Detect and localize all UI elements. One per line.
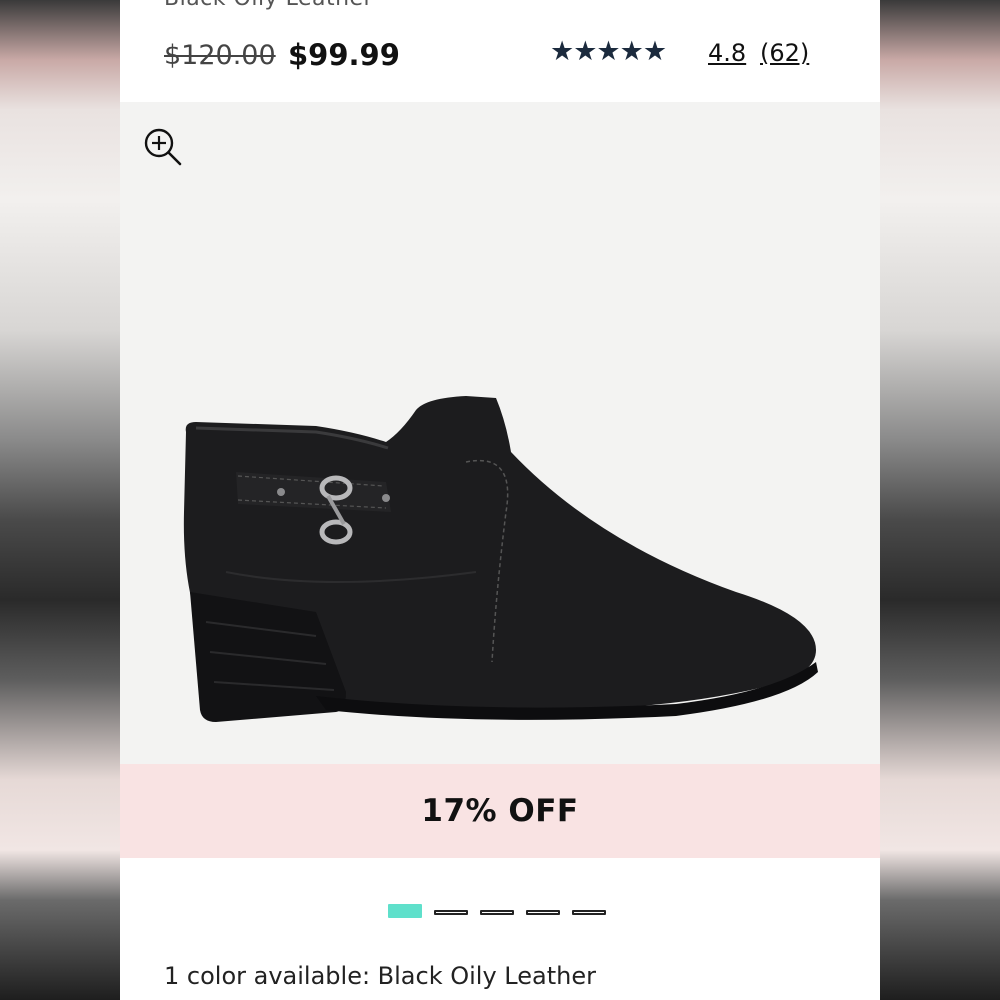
color-availability-text: 1 color available: Black Oily Leather	[164, 962, 596, 990]
discount-banner: 17% OFF	[120, 764, 880, 858]
rating-value-link[interactable]: 4.8	[708, 39, 746, 67]
sale-price: $99.99	[288, 38, 400, 72]
gallery-dot-2[interactable]	[434, 910, 468, 915]
discount-label: 17% OFF	[421, 793, 579, 829]
blurred-backdrop-left	[0, 0, 120, 1000]
price-rating-row: $120.00 $99.99 ★★★★★ 4.8 (62)	[164, 36, 844, 76]
gallery-dot-5[interactable]	[572, 910, 606, 915]
product-image-boot	[183, 396, 818, 722]
product-panel: Black Oily Leather $120.00 $99.99 ★★★★★ …	[120, 0, 880, 1000]
product-image-gallery[interactable]	[120, 102, 880, 764]
zoom-in-icon[interactable]	[142, 126, 184, 168]
product-color-subtitle: Black Oily Leather	[164, 0, 373, 11]
gallery-dot-1[interactable]	[388, 904, 422, 918]
blurred-backdrop-right	[880, 0, 1000, 1000]
gallery-dot-3[interactable]	[480, 910, 514, 915]
gallery-dot-4[interactable]	[526, 910, 560, 915]
review-count-link[interactable]: (62)	[760, 39, 809, 67]
star-rating-icon: ★★★★★	[550, 36, 667, 67]
original-price: $120.00	[164, 40, 276, 71]
gallery-pagination	[388, 902, 618, 922]
